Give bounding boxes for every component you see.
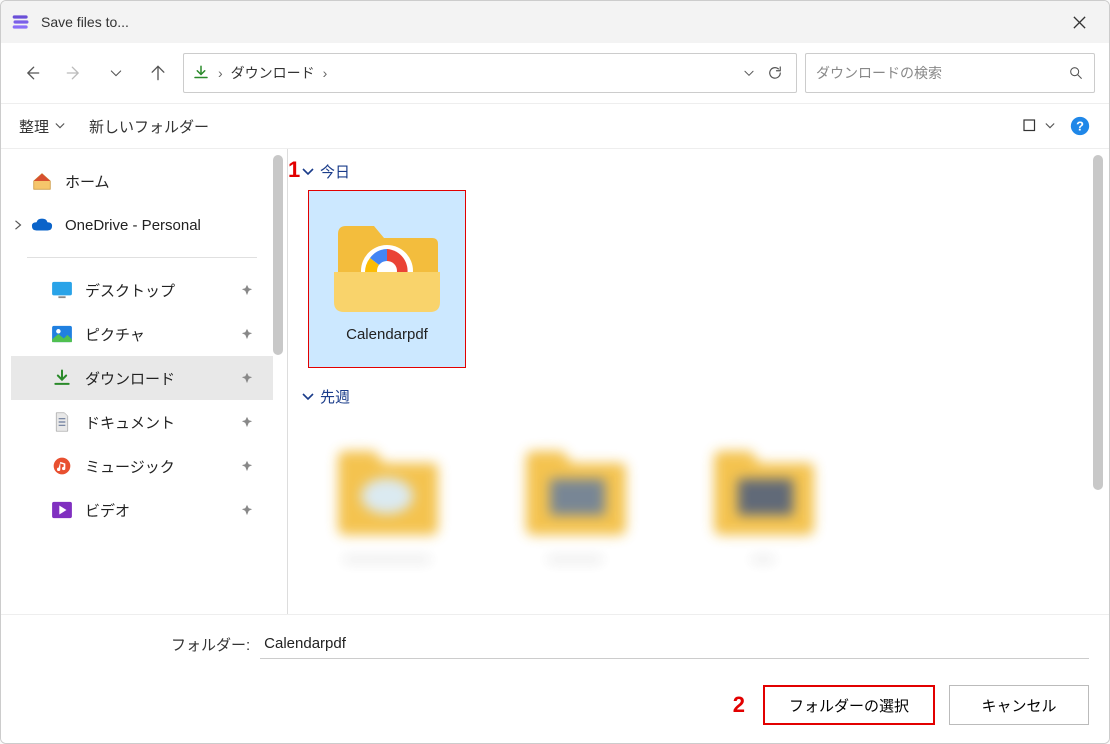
annotation-1: 1 xyxy=(288,157,300,183)
pictures-icon xyxy=(51,323,73,345)
sidebar-item-music[interactable]: ミュージック xyxy=(11,444,273,488)
organize-menu[interactable]: 整理 xyxy=(19,116,65,137)
chevron-down-icon xyxy=(302,168,314,176)
pin-icon xyxy=(241,372,253,384)
view-options-button[interactable] xyxy=(1021,117,1055,135)
cancel-button[interactable]: キャンセル xyxy=(949,685,1089,725)
search-icon xyxy=(1068,65,1084,81)
select-folder-button[interactable]: フォルダーの選択 xyxy=(763,685,935,725)
folder-blurred[interactable]: ──────── xyxy=(308,415,466,593)
refresh-button[interactable] xyxy=(766,64,784,82)
sidebar: ホーム OneDrive - Personal デスクトップ xyxy=(1,149,273,614)
group-today[interactable]: 今日 xyxy=(302,161,1085,182)
music-icon xyxy=(51,455,73,477)
new-folder-button[interactable]: 新しいフォルダー xyxy=(89,116,209,137)
sidebar-item-onedrive[interactable]: OneDrive - Personal xyxy=(11,203,273,247)
chevron-right-icon[interactable] xyxy=(13,220,23,230)
folder-label: Calendarpdf xyxy=(346,326,428,343)
chevron-down-icon xyxy=(302,393,314,401)
help-button[interactable]: ? xyxy=(1069,115,1091,137)
sidebar-item-documents[interactable]: ドキュメント xyxy=(11,400,273,444)
videos-icon xyxy=(51,499,73,521)
sidebar-item-videos[interactable]: ビデオ xyxy=(11,488,273,532)
folder-field-label: フォルダー: xyxy=(171,634,250,655)
search-placeholder: ダウンロードの検索 xyxy=(816,63,1068,83)
home-icon xyxy=(31,170,53,192)
content-scrollbar[interactable] xyxy=(1093,155,1103,608)
pin-icon xyxy=(241,504,253,516)
documents-icon xyxy=(51,411,73,433)
folder-calendarpdf[interactable]: Calendarpdf xyxy=(308,190,466,368)
downloads-icon xyxy=(51,367,73,389)
breadcrumb-dropdown-icon[interactable] xyxy=(742,66,756,80)
pin-icon xyxy=(241,460,253,472)
folder-blurred[interactable]: ───── xyxy=(496,415,654,593)
back-button[interactable] xyxy=(15,56,49,90)
app-icon xyxy=(11,12,31,32)
search-input[interactable]: ダウンロードの検索 xyxy=(805,53,1095,93)
sidebar-item-downloads[interactable]: ダウンロード xyxy=(11,356,273,400)
cloud-icon xyxy=(31,214,53,236)
annotation-2: 2 xyxy=(733,692,745,718)
sidebar-item-home[interactable]: ホーム xyxy=(11,159,273,203)
group-last-week[interactable]: 先週 xyxy=(302,386,1085,407)
sidebar-scrollbar[interactable] xyxy=(273,155,283,355)
recent-dropdown[interactable] xyxy=(99,56,133,90)
window-title: Save files to... xyxy=(41,14,1059,30)
folder-icon xyxy=(332,216,442,316)
downloads-location-icon xyxy=(192,64,210,82)
folder-name-input[interactable]: Calendarpdf xyxy=(260,629,1089,659)
breadcrumb[interactable]: › ダウンロード › xyxy=(183,53,797,93)
breadcrumb-current[interactable]: ダウンロード xyxy=(231,63,315,83)
svg-text:?: ? xyxy=(1076,119,1084,134)
sidebar-item-pictures[interactable]: ピクチャ xyxy=(11,312,273,356)
up-button[interactable] xyxy=(141,56,175,90)
close-button[interactable] xyxy=(1059,2,1099,42)
pin-icon xyxy=(241,284,253,296)
pin-icon xyxy=(241,416,253,428)
folder-blurred[interactable]: ── xyxy=(684,415,842,593)
sidebar-item-desktop[interactable]: デスクトップ xyxy=(11,268,273,312)
desktop-icon xyxy=(51,279,73,301)
breadcrumb-separator: › xyxy=(214,65,227,81)
forward-button[interactable] xyxy=(57,56,91,90)
pin-icon xyxy=(241,328,253,340)
breadcrumb-separator: › xyxy=(319,65,332,81)
file-list: 1 今日 xyxy=(288,149,1109,614)
